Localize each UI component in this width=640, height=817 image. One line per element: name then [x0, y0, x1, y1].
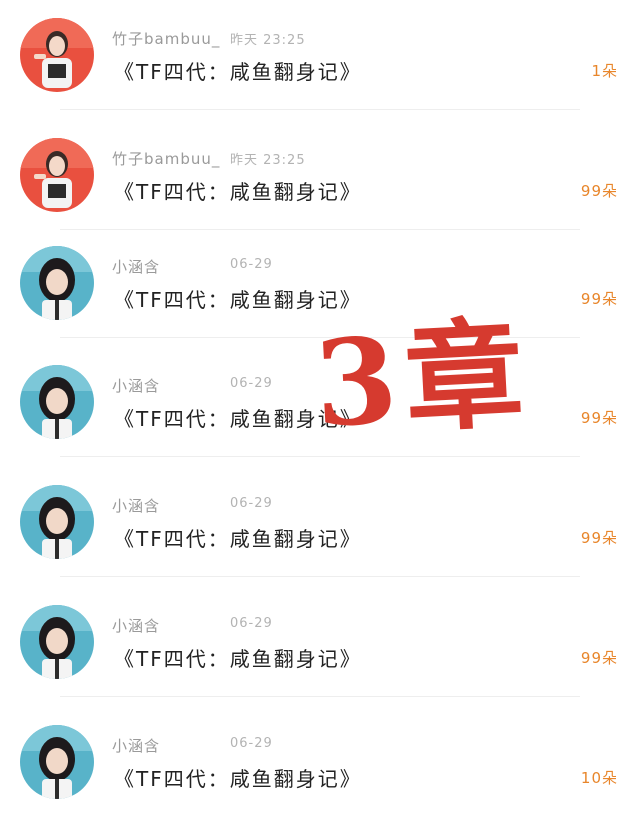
chapter-overlay-text: 3章 — [311, 303, 535, 454]
timestamp: 昨天 23:25 — [230, 153, 306, 168]
flower-count: 10朵 — [580, 769, 618, 787]
list-item[interactable]: 小涵含 06-29 《TF四代：咸鱼翻身记》 99朵 — [0, 587, 640, 697]
divider — [60, 109, 580, 110]
avatar-girl-blue-icon[interactable] — [20, 725, 94, 799]
timestamp: 06-29 — [230, 257, 273, 272]
book-title[interactable]: 《TF四代：咸鱼翻身记》 — [114, 284, 362, 313]
avatar-girl-red-icon[interactable] — [20, 18, 94, 92]
flower-count: 99朵 — [580, 529, 618, 547]
avatar-girl-blue-icon[interactable] — [20, 605, 94, 679]
username[interactable]: 小涵含 — [112, 735, 160, 756]
flower-count: 99朵 — [580, 290, 618, 308]
timestamp: 06-29 — [230, 376, 273, 391]
list-item[interactable]: 竹子bambuu_ 昨天 23:25 《TF四代：咸鱼翻身记》 99朵 — [0, 120, 640, 230]
list-item[interactable]: 小涵含 06-29 《TF四代：咸鱼翻身记》 99朵 — [0, 467, 640, 577]
username[interactable]: 小涵含 — [112, 375, 160, 396]
username[interactable]: 小涵含 — [112, 495, 160, 516]
flower-count: 99朵 — [580, 649, 618, 667]
avatar-girl-blue-icon[interactable] — [20, 246, 94, 320]
flower-count: 99朵 — [580, 182, 618, 200]
avatar-girl-red-icon[interactable] — [20, 138, 94, 212]
flower-count: 99朵 — [580, 409, 618, 427]
username[interactable]: 小涵含 — [112, 256, 160, 277]
flower-count: 1朵 — [591, 62, 618, 80]
book-title[interactable]: 《TF四代：咸鱼翻身记》 — [114, 763, 362, 792]
timestamp: 06-29 — [230, 736, 273, 751]
book-title[interactable]: 《TF四代：咸鱼翻身记》 — [114, 176, 362, 205]
book-title[interactable]: 《TF四代：咸鱼翻身记》 — [114, 523, 362, 552]
list-item[interactable]: 小涵含 06-29 《TF四代：咸鱼翻身记》 10朵 — [0, 707, 640, 817]
username[interactable]: 竹子bambuu_ — [112, 148, 220, 169]
book-title[interactable]: 《TF四代：咸鱼翻身记》 — [114, 56, 362, 85]
avatar-girl-blue-icon[interactable] — [20, 485, 94, 559]
timestamp: 06-29 — [230, 616, 273, 631]
username[interactable]: 竹子bambuu_ — [112, 28, 220, 49]
avatar-girl-blue-icon[interactable] — [20, 365, 94, 439]
divider — [60, 456, 580, 457]
username[interactable]: 小涵含 — [112, 615, 160, 636]
timestamp: 昨天 23:25 — [230, 33, 306, 48]
list-item[interactable]: 竹子bambuu_ 昨天 23:25 《TF四代：咸鱼翻身记》 1朵 — [0, 0, 640, 110]
divider — [60, 576, 580, 577]
book-title[interactable]: 《TF四代：咸鱼翻身记》 — [114, 643, 362, 672]
timestamp: 06-29 — [230, 496, 273, 511]
divider — [60, 696, 580, 697]
